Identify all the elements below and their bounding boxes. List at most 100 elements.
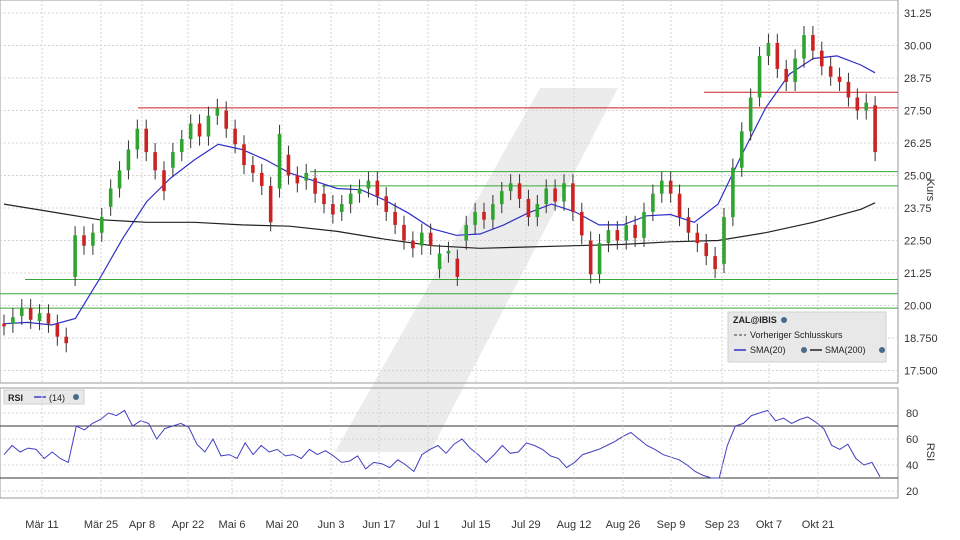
candle-body-up xyxy=(73,235,77,277)
candle-body-up xyxy=(91,232,95,246)
candle xyxy=(277,124,282,198)
price-y-tick-label: 26.25 xyxy=(904,138,932,150)
candle-body-down xyxy=(579,211,584,236)
candle-body-down xyxy=(313,178,317,194)
candle-body-up xyxy=(277,133,282,189)
candle-body-up xyxy=(126,149,131,171)
price-legend: ZAL@IBIS Vorheriger Schlusskurs SMA(20) … xyxy=(727,311,887,363)
candle-body-up xyxy=(339,204,344,212)
x-tick-label: Aug 26 xyxy=(606,519,641,531)
candle-body-down xyxy=(55,323,60,337)
candle-body-up xyxy=(357,188,362,194)
rsi-legend-label: (14) xyxy=(49,393,65,403)
candle-body-up xyxy=(19,308,24,316)
candle-body-down xyxy=(82,235,86,246)
price-y-tick-label: 30.00 xyxy=(904,41,932,53)
x-tick-label: Jul 1 xyxy=(416,519,439,531)
candle-body-up xyxy=(642,211,646,238)
candle-body-up xyxy=(491,204,495,220)
candle-body-down xyxy=(615,230,620,241)
x-tick-label: Jun 3 xyxy=(318,519,345,531)
rsi-y-axis-title: RSI xyxy=(924,443,936,461)
candle-body-down xyxy=(553,188,557,202)
candle-body-up xyxy=(606,230,611,244)
candle-body-up xyxy=(348,193,353,205)
candle-body-down xyxy=(873,105,877,153)
candle-body-up xyxy=(562,183,566,202)
candle-body-up xyxy=(624,224,629,241)
legend-sma20-icon xyxy=(801,347,807,353)
candle-body-up xyxy=(419,232,424,246)
candle-body-down xyxy=(571,183,575,212)
candle-body-down xyxy=(242,144,246,166)
candle-body-down xyxy=(811,35,815,51)
candle-body-down xyxy=(251,165,255,173)
price-y-axis-title: Kurs xyxy=(924,179,936,202)
legend-sma20-label: SMA(20) xyxy=(750,345,786,355)
candle-body-down xyxy=(2,323,6,327)
x-tick-label: Sep 9 xyxy=(657,519,686,531)
candle-body-up xyxy=(499,191,504,205)
candle-body-up xyxy=(659,180,664,194)
candle-body-down xyxy=(295,175,300,184)
rsi-y-tick-label: 60 xyxy=(906,434,918,446)
candle-body-down xyxy=(713,256,717,270)
legend-prev-close-label: Vorheriger Schlusskurs xyxy=(750,330,843,340)
x-tick-label: Jul 29 xyxy=(511,519,540,531)
candle-body-down xyxy=(233,128,237,145)
candle-body-down xyxy=(411,240,415,249)
candle-body-down xyxy=(322,193,326,205)
candle-body-down xyxy=(28,308,33,320)
price-y-tick-label: 23.75 xyxy=(904,203,932,215)
x-tick-label: Okt 7 xyxy=(756,519,782,531)
price-y-tick-label: 31.25 xyxy=(904,8,932,20)
candle-body-down xyxy=(819,50,824,67)
candle-body-down xyxy=(677,193,682,218)
candle-body-down xyxy=(331,204,335,215)
candle-body-up xyxy=(739,131,744,168)
candle-body-down xyxy=(455,258,460,277)
legend-title-icon xyxy=(781,317,787,323)
candle-body-down xyxy=(837,76,842,82)
candle-body-down xyxy=(268,185,273,223)
candle-body-down xyxy=(162,170,166,192)
candle-body-up xyxy=(188,123,193,140)
candle-body-up xyxy=(464,224,469,241)
candle-body-down xyxy=(393,211,397,225)
legend-sma200-icon xyxy=(879,347,885,353)
candle-body-up xyxy=(437,253,442,270)
candle-body-up xyxy=(757,55,762,98)
candle-body-up xyxy=(544,188,549,205)
candle-body-down xyxy=(855,97,860,111)
candle-body-up xyxy=(473,211,477,225)
price-y-tick-label: 20.00 xyxy=(904,301,932,313)
x-tick-label: Sep 23 xyxy=(705,519,740,531)
candle-body-up xyxy=(37,313,42,322)
candle-body-down xyxy=(384,196,389,212)
candle-body-down xyxy=(259,172,264,186)
candle-body-down xyxy=(704,243,709,257)
x-tick-label: Mär 25 xyxy=(84,519,118,531)
candle-body-up xyxy=(535,204,540,218)
candle-body-down xyxy=(286,154,291,176)
candle-body-down xyxy=(482,211,486,220)
candle-body-up xyxy=(508,183,513,192)
candle-body-up xyxy=(731,167,735,218)
candle-body-up xyxy=(651,193,655,212)
candle-body-down xyxy=(428,232,433,246)
candle-body-down xyxy=(846,81,851,98)
candle-body-down xyxy=(224,110,229,129)
candle-body-down xyxy=(588,240,593,275)
candle-body-up xyxy=(722,217,726,264)
candle-body-down xyxy=(153,152,157,171)
candle xyxy=(873,96,877,162)
x-tick-label: Aug 12 xyxy=(557,519,592,531)
candle-body-down xyxy=(775,42,780,69)
candle-body-up xyxy=(748,97,753,132)
rsi-y-tick-label: 20 xyxy=(906,486,918,498)
candle-body-down xyxy=(197,123,202,137)
rsi-legend: RSI (14) xyxy=(3,389,85,405)
rsi-y-tick-label: 80 xyxy=(906,408,918,420)
candle-body-down xyxy=(64,336,69,344)
candle-body-down xyxy=(784,68,789,82)
